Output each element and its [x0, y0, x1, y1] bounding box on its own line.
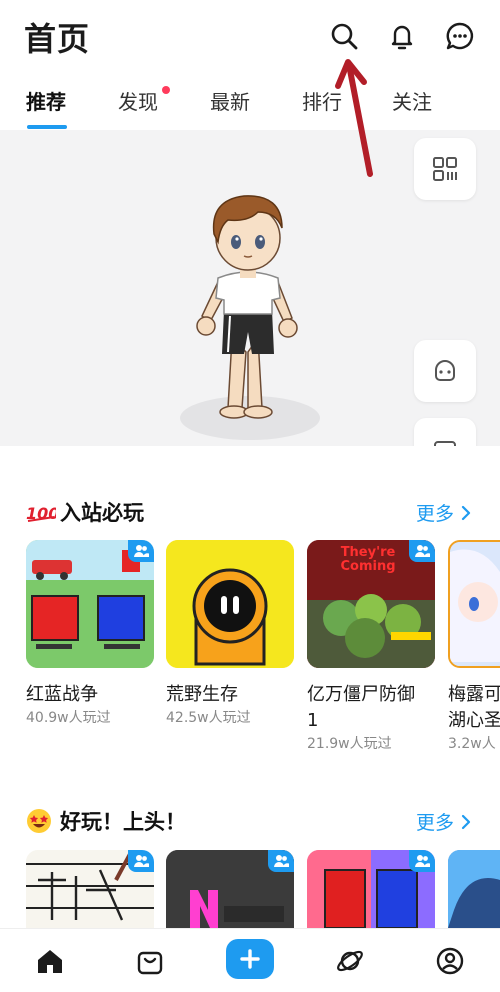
game-thumbnail[interactable] — [307, 850, 435, 928]
avatar-face-button[interactable] — [414, 340, 476, 402]
avatar-showcase[interactable] — [0, 130, 500, 446]
qr-code-button[interactable] — [414, 138, 476, 200]
tab-latest[interactable]: 最新 — [210, 86, 250, 115]
profile-icon — [436, 947, 464, 975]
section-title-must-play: 100 入站必玩 — [26, 497, 144, 527]
nav-explore[interactable] — [332, 943, 368, 979]
game-play-count: 40.9w人玩过 — [26, 710, 111, 726]
search-icon[interactable] — [328, 20, 360, 52]
multiplayer-badge-icon — [128, 540, 154, 562]
tab-recommended[interactable]: 推荐 — [26, 86, 66, 115]
game-play-count: 3.2w人 — [448, 736, 496, 752]
game-thumbnail[interactable] — [26, 540, 154, 668]
hundred-points-icon: 100 — [26, 499, 56, 525]
more-label: 更多 — [416, 812, 455, 834]
section-title-text: 好玩！上头！ — [60, 810, 186, 834]
game-thumbnail[interactable] — [166, 850, 294, 928]
avatar-character[interactable] — [188, 182, 308, 434]
face-icon — [435, 360, 455, 381]
game-play-count: 21.9w人玩过 — [307, 736, 392, 752]
game-play-count: 42.5w人玩过 — [166, 710, 251, 726]
tab-following[interactable]: 关注 — [392, 86, 432, 115]
multiplayer-badge-icon — [409, 540, 435, 562]
chevron-right-icon — [461, 505, 471, 520]
game-name: 红蓝战争 — [26, 684, 98, 705]
nav-store[interactable] — [132, 943, 168, 979]
more-link-must-play[interactable]: 更多 — [416, 499, 472, 526]
wardrobe-button[interactable] — [414, 418, 476, 446]
multiplayer-badge-icon — [409, 850, 435, 872]
qr-code-icon — [433, 157, 457, 181]
notification-dot — [162, 86, 170, 94]
thumb-banner-text: They're Coming — [340, 545, 396, 574]
create-button[interactable] — [226, 939, 274, 979]
game-name: 梅露可 湖心圣 — [448, 684, 500, 731]
app-header: 首页 — [0, 0, 500, 72]
game-thumbnail[interactable]: They're Coming — [307, 540, 435, 668]
page-title: 首页 — [24, 20, 91, 58]
game-card[interactable]: 红蓝战争 40.9w人玩过 — [26, 540, 154, 728]
multiplayer-badge-icon — [128, 850, 154, 872]
bell-icon[interactable] — [386, 20, 418, 52]
chat-bubble-icon[interactable] — [444, 20, 476, 52]
section-title-text: 入站必玩 — [60, 501, 144, 525]
nav-profile[interactable] — [432, 943, 468, 979]
multiplayer-badge-icon — [268, 850, 294, 872]
shopping-bag-icon — [137, 951, 163, 975]
section-title-addictive: 好玩！上头！ — [26, 806, 186, 836]
planet-icon — [337, 950, 363, 972]
star-struck-face-icon — [26, 808, 56, 834]
game-card[interactable]: 梅露可 湖心圣 3.2w人 — [448, 540, 500, 754]
game-name: 荒野生存 — [166, 684, 238, 705]
bottom-navigation — [0, 928, 500, 992]
more-label: 更多 — [416, 503, 455, 525]
more-link-addictive[interactable]: 更多 — [416, 808, 472, 835]
game-thumbnail[interactable] — [166, 540, 294, 668]
home-icon — [38, 950, 62, 973]
tab-discover[interactable]: 发现 — [118, 86, 158, 115]
active-tab-indicator — [27, 125, 67, 129]
annotation-arrow — [335, 59, 373, 177]
chevron-right-icon — [461, 814, 471, 829]
game-thumbnail[interactable] — [26, 850, 154, 928]
game-thumbnail[interactable] — [448, 850, 500, 928]
nav-home[interactable] — [32, 943, 68, 979]
game-name: 亿万僵尸防御 1 — [307, 684, 415, 731]
plus-icon — [240, 949, 260, 969]
top-tabs: 推荐 发现 最新 排行 关注 — [0, 78, 500, 130]
game-card[interactable]: 荒野生存 42.5w人玩过 — [166, 540, 294, 728]
game-card[interactable]: They're Coming 亿万僵尸防御 1 21.9w人玩过 — [307, 540, 435, 754]
wardrobe-icon — [434, 441, 456, 446]
game-thumbnail[interactable] — [448, 540, 500, 668]
